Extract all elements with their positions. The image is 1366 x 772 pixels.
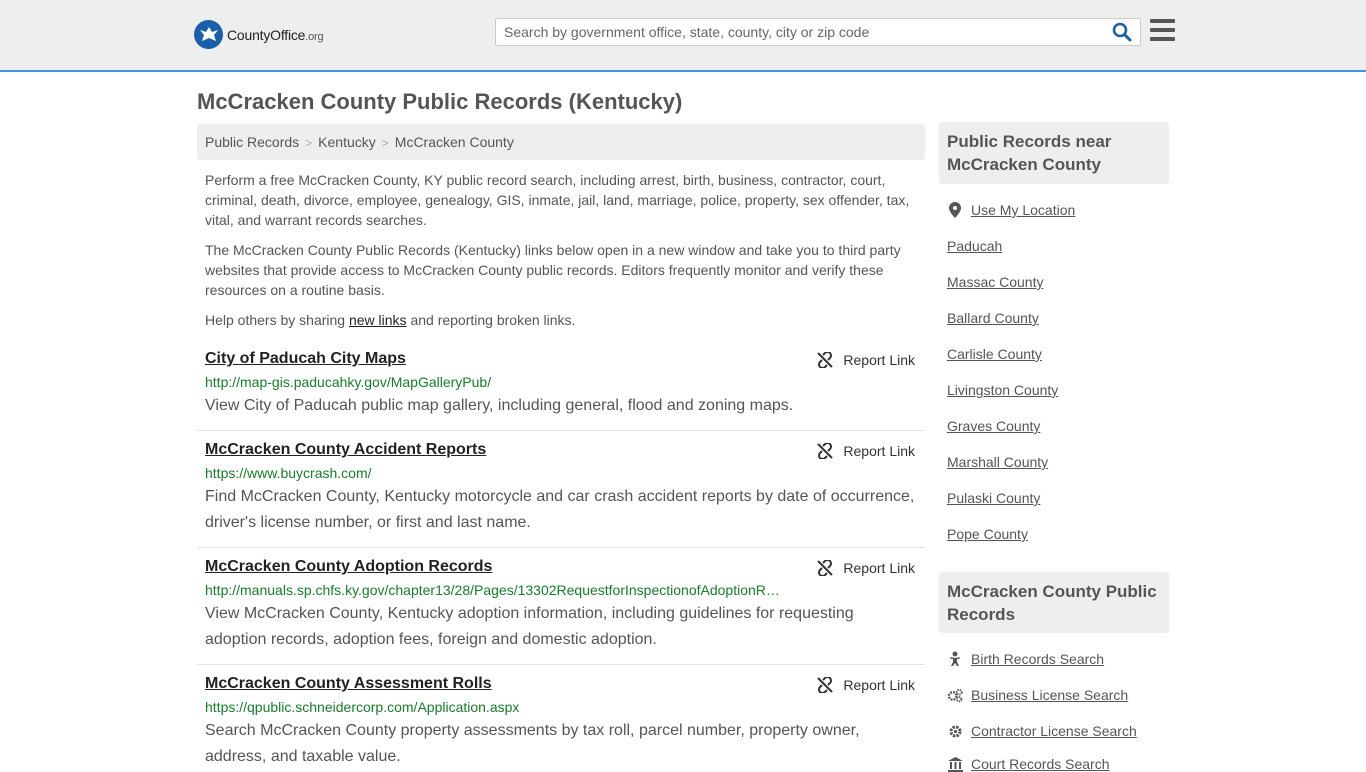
breadcrumb-public-records[interactable]: Public Records: [205, 134, 299, 150]
page-title: McCracken County Public Records (Kentuck…: [197, 89, 683, 114]
record-title-link[interactable]: City of Paducah City Maps: [205, 350, 406, 368]
site-logo[interactable]: CountyOffice.org: [194, 20, 324, 49]
search-bar: [495, 18, 1141, 46]
share-paragraph: Help others by sharing new links and rep…: [205, 310, 917, 330]
report-link-button[interactable]: Report Link: [817, 677, 915, 693]
report-link-label: Report Link: [843, 677, 915, 693]
share-text-tail: and reporting broken links.: [406, 312, 576, 328]
intro-paragraph: Perform a free McCracken County, KY publ…: [205, 172, 910, 228]
birth-records-search-label: Birth Records Search: [971, 651, 1105, 667]
breadcrumb-mccracken-county[interactable]: McCracken County: [395, 134, 514, 150]
nearby-link-graves-county[interactable]: Graves County: [947, 418, 1040, 434]
nearby-link-livingston-county[interactable]: Livingston County: [947, 382, 1058, 398]
nearby-link-marshall-county[interactable]: Marshall County: [947, 454, 1048, 470]
map-marker-icon: [947, 202, 963, 218]
courthouse-icon: [947, 756, 963, 772]
broken-link-icon: [817, 443, 834, 459]
nearby-link-pope-county[interactable]: Pope County: [947, 526, 1028, 542]
record-description: View McCracken County, Kentucky adoption…: [205, 605, 854, 648]
use-my-location-label: Use My Location: [971, 202, 1076, 218]
nearby-link-massac-county[interactable]: Massac County: [947, 274, 1043, 290]
search-icon: [1112, 22, 1132, 42]
record-title-link[interactable]: McCracken County Accident Reports: [205, 441, 486, 459]
gear-icon: [947, 723, 963, 739]
intro-paragraph: The McCracken County Public Records (Ken…: [205, 242, 901, 298]
birth-records-search-link[interactable]: Birth Records Search: [947, 651, 1104, 667]
report-link-button[interactable]: Report Link: [817, 560, 915, 576]
baby-icon: [947, 651, 963, 667]
broken-link-icon: [817, 352, 834, 368]
site-header: CountyOffice.org: [0, 0, 1366, 72]
broken-link-icon: [817, 677, 834, 693]
record-title-link[interactable]: McCracken County Adoption Records: [205, 558, 492, 576]
record-url[interactable]: http://manuals.sp.chfs.ky.gov/chapter13/…: [205, 582, 783, 598]
hamburger-menu-icon[interactable]: [1150, 19, 1175, 41]
search-button[interactable]: [1112, 22, 1134, 44]
record-url[interactable]: http://map-gis.paducahky.gov/MapGalleryP…: [205, 374, 783, 390]
court-records-search-label: Court Records Search: [971, 756, 1110, 772]
report-link-button[interactable]: Report Link: [817, 443, 915, 459]
breadcrumb-kentucky[interactable]: Kentucky: [318, 134, 376, 150]
breadcrumb: Public Records > Kentucky > McCracken County: [197, 124, 925, 160]
logo-tld: .org: [305, 30, 324, 43]
record-url[interactable]: https://qpublic.schneidercorp.com/Applic…: [205, 699, 783, 715]
record-url[interactable]: https://www.buycrash.com/: [205, 465, 783, 481]
court-records-search-link[interactable]: Court Records Search: [947, 756, 1110, 772]
record-title-link[interactable]: McCracken County Assessment Rolls: [205, 675, 492, 693]
report-link-label: Report Link: [843, 352, 915, 368]
logo-text: CountyOffice.org: [227, 26, 324, 43]
nearby-link-carlisle-county[interactable]: Carlisle County: [947, 346, 1042, 362]
divider: [197, 664, 925, 665]
contractor-license-search-label: Contractor License Search: [971, 723, 1137, 739]
nearby-link-pulaski-county[interactable]: Pulaski County: [947, 490, 1040, 506]
share-text: Help others by sharing: [205, 312, 349, 328]
record-description: View City of Paducah public map gallery,…: [205, 397, 794, 414]
nearby-heading: Public Records near McCracken County: [939, 122, 1169, 184]
contractor-license-search-link[interactable]: Contractor License Search: [947, 723, 1137, 739]
breadcrumb-separator: >: [381, 136, 389, 150]
record-description: Search McCracken County property assessm…: [205, 722, 860, 765]
divider: [197, 547, 925, 548]
record-item: McCracken County Accident Reports Report…: [197, 441, 925, 536]
search-input[interactable]: [496, 19, 1096, 45]
new-links-link[interactable]: new links: [349, 312, 407, 328]
logo-eagle-icon: [194, 20, 223, 49]
divider: [197, 430, 925, 431]
report-link-label: Report Link: [843, 443, 915, 459]
nearby-link-ballard-county[interactable]: Ballard County: [947, 310, 1039, 326]
gears-icon: [947, 687, 963, 703]
business-license-search-link[interactable]: Business License Search: [947, 687, 1128, 703]
nearby-link-paducah[interactable]: Paducah: [947, 238, 1002, 254]
record-item: City of Paducah City Maps Report Link ht…: [197, 350, 925, 419]
use-my-location-link[interactable]: Use My Location: [947, 202, 1075, 218]
record-item: McCracken County Adoption Records Report…: [197, 558, 925, 653]
business-license-search-label: Business License Search: [971, 687, 1129, 703]
report-link-label: Report Link: [843, 560, 915, 576]
broken-link-icon: [817, 560, 834, 576]
record-item: McCracken County Assessment Rolls Report…: [197, 675, 925, 770]
logo-brand: CountyOffice: [227, 26, 306, 43]
report-link-button[interactable]: Report Link: [817, 352, 915, 368]
county-records-heading: McCracken County Public Records: [939, 572, 1169, 633]
breadcrumb-separator: >: [305, 136, 313, 150]
record-description: Find McCracken County, Kentucky motorcyc…: [205, 488, 915, 531]
